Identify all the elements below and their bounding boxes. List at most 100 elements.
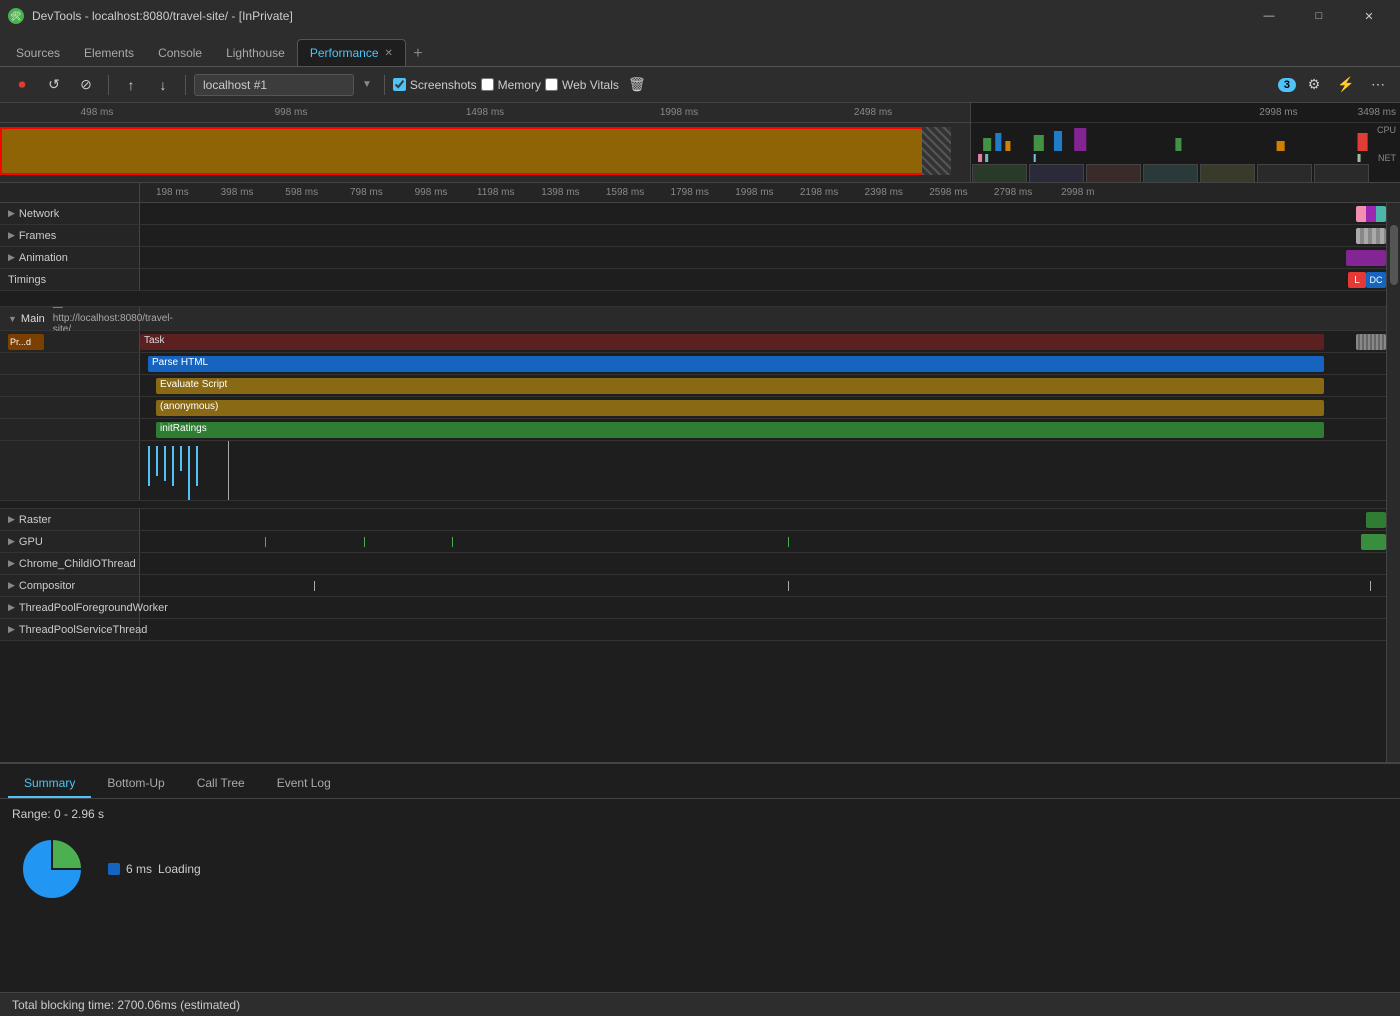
network-track-row: ▶ Network — [0, 203, 1386, 225]
minimize-button[interactable]: — — [1246, 0, 1292, 32]
toolbar-separator-3 — [384, 75, 385, 95]
initratings-bar[interactable]: initRatings — [156, 422, 1324, 438]
raster-expand-arrow[interactable]: ▶ — [8, 514, 15, 525]
maximize-button[interactable]: □ — [1296, 0, 1342, 32]
tab-event-log[interactable]: Event Log — [261, 770, 347, 798]
threadpool-svc-track-row: ▶ ThreadPoolServiceThread — [0, 619, 1386, 641]
frames-track-label[interactable]: ▶ Frames — [0, 225, 140, 246]
flame-row-initratings: initRatings — [0, 419, 1386, 441]
memory-checkbox-label[interactable]: Memory — [481, 78, 541, 92]
call-line-3 — [172, 446, 174, 486]
tab-summary[interactable]: Summary — [8, 770, 91, 798]
timings-dc-marker: DC — [1366, 272, 1386, 288]
scrollbar-thumb[interactable] — [1390, 225, 1398, 285]
parse-label-area — [0, 353, 140, 374]
statusbar-text: Total blocking time: 2700.06ms (estimate… — [12, 998, 240, 1012]
screenshot-strip — [971, 163, 1400, 182]
bottom-tabs: Summary Bottom-Up Call Tree Event Log — [0, 764, 1400, 799]
memory-checkbox[interactable] — [481, 78, 494, 91]
threadpool-fg-track-label[interactable]: ▶ ThreadPoolForegroundWorker — [0, 597, 140, 618]
timeline-selection[interactable] — [0, 127, 941, 175]
main-thread-label[interactable]: ▼ Main — http://localhost:8080/travel-si… — [0, 307, 140, 330]
screenshot-thumb-0[interactable] — [972, 164, 1027, 182]
right-scrollbar[interactable] — [1386, 203, 1400, 762]
threadpool-svc-expand-arrow[interactable]: ▶ — [8, 624, 15, 635]
network-track-content — [140, 203, 1386, 224]
tab-lighthouse[interactable]: Lighthouse — [214, 40, 297, 66]
timeline-ruler: 198 ms 398 ms 598 ms 798 ms 998 ms 1198 … — [0, 183, 1400, 203]
animation-expand-arrow[interactable]: ▶ — [8, 252, 15, 263]
main-expand-arrow[interactable]: ▼ — [8, 314, 17, 324]
webvitals-checkbox-label[interactable]: Web Vitals — [545, 78, 619, 92]
raster-color-block — [1366, 512, 1386, 528]
tab-console[interactable]: Console — [146, 40, 214, 66]
screenshot-thumb-3[interactable] — [1143, 164, 1198, 182]
tab-performance[interactable]: Performance ✕ — [297, 39, 406, 66]
tab-elements[interactable]: Elements — [72, 40, 146, 66]
screenshot-thumb-5[interactable] — [1257, 164, 1312, 182]
reload-button[interactable]: ↺ — [40, 71, 68, 99]
remote-button[interactable]: ⚡ — [1332, 71, 1360, 99]
chart-value: 6 ms — [126, 862, 152, 876]
tab-call-tree[interactable]: Call Tree — [181, 770, 261, 798]
screenshot-thumb-4[interactable] — [1200, 164, 1255, 182]
clear-button[interactable]: ⊘ — [72, 71, 100, 99]
tab-bottom-up[interactable]: Bottom-Up — [91, 770, 180, 798]
more-button[interactable]: ⋯ — [1364, 71, 1392, 99]
record-button[interactable]: ⏺ — [8, 71, 36, 99]
delete-button[interactable]: 🗑 — [623, 71, 651, 99]
animation-track-label[interactable]: ▶ Animation — [0, 247, 140, 268]
compositor-expand-arrow[interactable]: ▶ — [8, 580, 15, 591]
timeline-tracks: ▶ Network ▶ Frames — [0, 203, 1386, 762]
webvitals-checkbox[interactable] — [545, 78, 558, 91]
bottom-content: Range: 0 - 2.96 s 6 ms Loading — [0, 799, 1400, 992]
flame-row-task: Pr...d Task — [0, 331, 1386, 353]
upload-button[interactable]: ↑ — [117, 71, 145, 99]
initratings-label-area — [0, 419, 140, 440]
summary-pie-chart — [12, 829, 92, 909]
tab-sources[interactable]: Sources — [4, 40, 72, 66]
anonymous-label-area — [0, 397, 140, 418]
compositor-track-label[interactable]: ▶ Compositor — [0, 575, 140, 596]
gpu-track-row: ▶ GPU — [0, 531, 1386, 553]
overview-striped — [922, 127, 951, 175]
task-bar[interactable]: Task — [140, 334, 1324, 350]
bottom-panel: Summary Bottom-Up Call Tree Event Log Ra… — [0, 762, 1400, 992]
initratings-content: initRatings — [140, 419, 1386, 440]
raster-track-content — [140, 509, 1386, 530]
url-dropdown[interactable]: ▼ — [358, 79, 376, 90]
screenshots-checkbox-label[interactable]: Screenshots — [393, 78, 477, 92]
childiothread-track-label[interactable]: ▶ Chrome_ChildIOThread — [0, 553, 140, 574]
parse-html-bar[interactable]: Parse HTML — [148, 356, 1324, 372]
url-input[interactable] — [194, 74, 354, 96]
tab-add-button[interactable]: + — [406, 42, 430, 66]
gpu-track-label[interactable]: ▶ GPU — [0, 531, 140, 552]
screenshot-thumb-2[interactable] — [1086, 164, 1141, 182]
download-button[interactable]: ↓ — [149, 71, 177, 99]
screenshot-thumb-1[interactable] — [1029, 164, 1084, 182]
window-controls: — □ ✕ — [1246, 0, 1392, 32]
tab-close-performance[interactable]: ✕ — [385, 48, 393, 59]
gpu-tick-1 — [364, 537, 365, 547]
flame-row-anonymous: (anonymous) — [0, 397, 1386, 419]
ruler-label-5: 1198 ms — [463, 187, 528, 198]
screenshot-thumb-6[interactable] — [1314, 164, 1369, 182]
threadpool-svc-track-label[interactable]: ▶ ThreadPoolServiceThread — [0, 619, 140, 640]
childio-expand-arrow[interactable]: ▶ — [8, 558, 15, 569]
task-content: Task — [140, 331, 1386, 352]
ruler-label-10: 2198 ms — [787, 187, 852, 198]
anonymous-bar[interactable]: (anonymous) — [156, 400, 1324, 416]
frames-expand-arrow[interactable]: ▶ — [8, 230, 15, 241]
evaluate-script-bar[interactable]: Evaluate Script — [156, 378, 1324, 394]
network-track-label[interactable]: ▶ Network — [0, 203, 140, 224]
threadpool-fg-expand-arrow[interactable]: ▶ — [8, 602, 15, 613]
gpu-expand-arrow[interactable]: ▶ — [8, 536, 15, 547]
close-button[interactable]: ✕ — [1346, 0, 1392, 32]
screenshots-checkbox[interactable] — [393, 78, 406, 91]
ruler-label-8: 1798 ms — [657, 187, 722, 198]
network-expand-arrow[interactable]: ▶ — [8, 208, 15, 219]
call-line-4 — [180, 446, 182, 471]
raster-track-label[interactable]: ▶ Raster — [0, 509, 140, 530]
main-area: 498 ms 998 ms 1498 ms 1998 ms 2498 ms 2 — [0, 103, 1400, 992]
settings-button[interactable]: ⚙ — [1300, 71, 1328, 99]
